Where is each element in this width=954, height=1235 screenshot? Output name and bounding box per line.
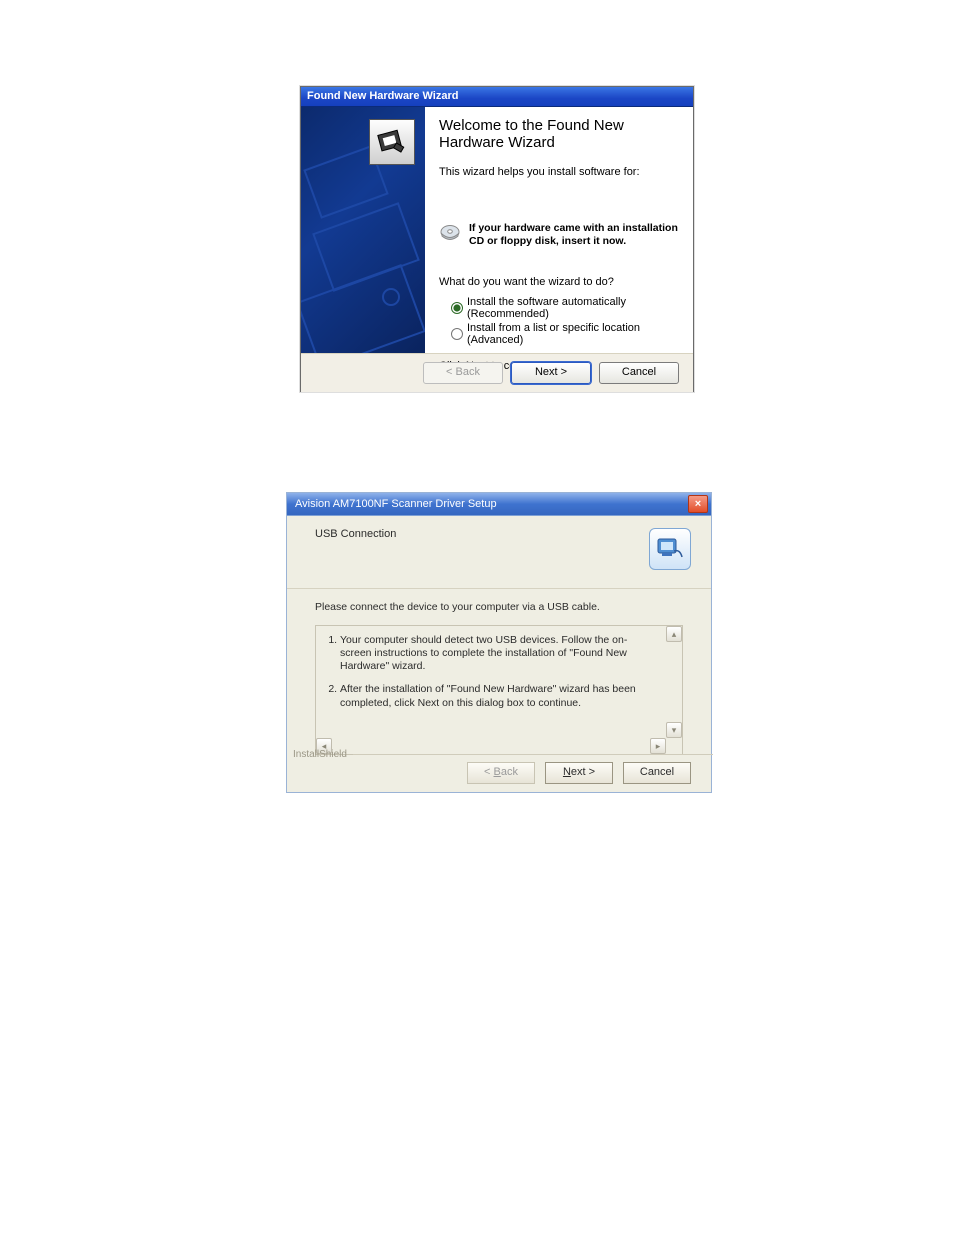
dlg1-subtext: This wizard helps you install software f… [439,166,679,178]
dlg2-title-text: Avision AM7100NF Scanner Driver Setup [295,493,497,515]
found-new-hardware-wizard-dialog: Found New Hardware Wizard [300,86,694,392]
dlg2-next-button[interactable]: Next > [545,762,613,784]
dlg2-titlebar[interactable]: Avision AM7100NF Scanner Driver Setup × [287,493,711,516]
dlg1-titlebar[interactable]: Found New Hardware Wizard [301,87,693,107]
dlg1-cancel-button[interactable]: Cancel [599,362,679,384]
dlg1-option-advanced-label: Install from a list or specific location… [467,322,679,346]
dlg2-header-text: USB Connection [315,528,396,540]
computer-usb-icon [649,528,691,570]
device-icon [369,119,415,165]
dlg1-option-auto-label: Install the software automatically (Reco… [467,296,679,320]
dlg2-instruction-2: After the installation of "Found New Har… [340,683,656,709]
cd-icon [439,222,461,247]
radio-install-advanced[interactable] [451,328,463,340]
dlg1-option-advanced[interactable]: Install from a list or specific location… [451,322,679,346]
close-icon: × [695,499,701,510]
dlg2-instruction-1: Your computer should detect two USB devi… [340,634,656,673]
dlg1-heading: Welcome to the Found New Hardware Wizard [439,117,679,152]
dlg1-question: What do you want the wizard to do? [439,276,679,288]
scroll-down-icon[interactable]: ▾ [666,722,682,738]
dlg2-instruction-listbox: Your computer should detect two USB devi… [315,625,683,755]
avision-scanner-driver-setup-dialog: Avision AM7100NF Scanner Driver Setup × … [286,492,712,793]
dlg1-cd-text: If your hardware came with an installati… [469,222,679,248]
wizard-sidebar [301,107,425,353]
dlg1-option-auto[interactable]: Install the software automatically (Reco… [451,296,679,320]
dlg2-back-button: < Back [467,762,535,784]
close-button[interactable]: × [688,495,708,513]
dlg1-next-button[interactable]: Next > [511,362,591,384]
radio-install-auto[interactable] [451,302,463,314]
dlg1-title-text: Found New Hardware Wizard [307,90,458,102]
scroll-up-icon[interactable]: ▴ [666,626,682,642]
dlg2-message: Please connect the device to your comput… [287,589,711,621]
dlg2-cancel-button[interactable]: Cancel [623,762,691,784]
dlg1-back-button: < Back [423,362,503,384]
vertical-scrollbar[interactable]: ▴ ▾ [666,626,682,738]
